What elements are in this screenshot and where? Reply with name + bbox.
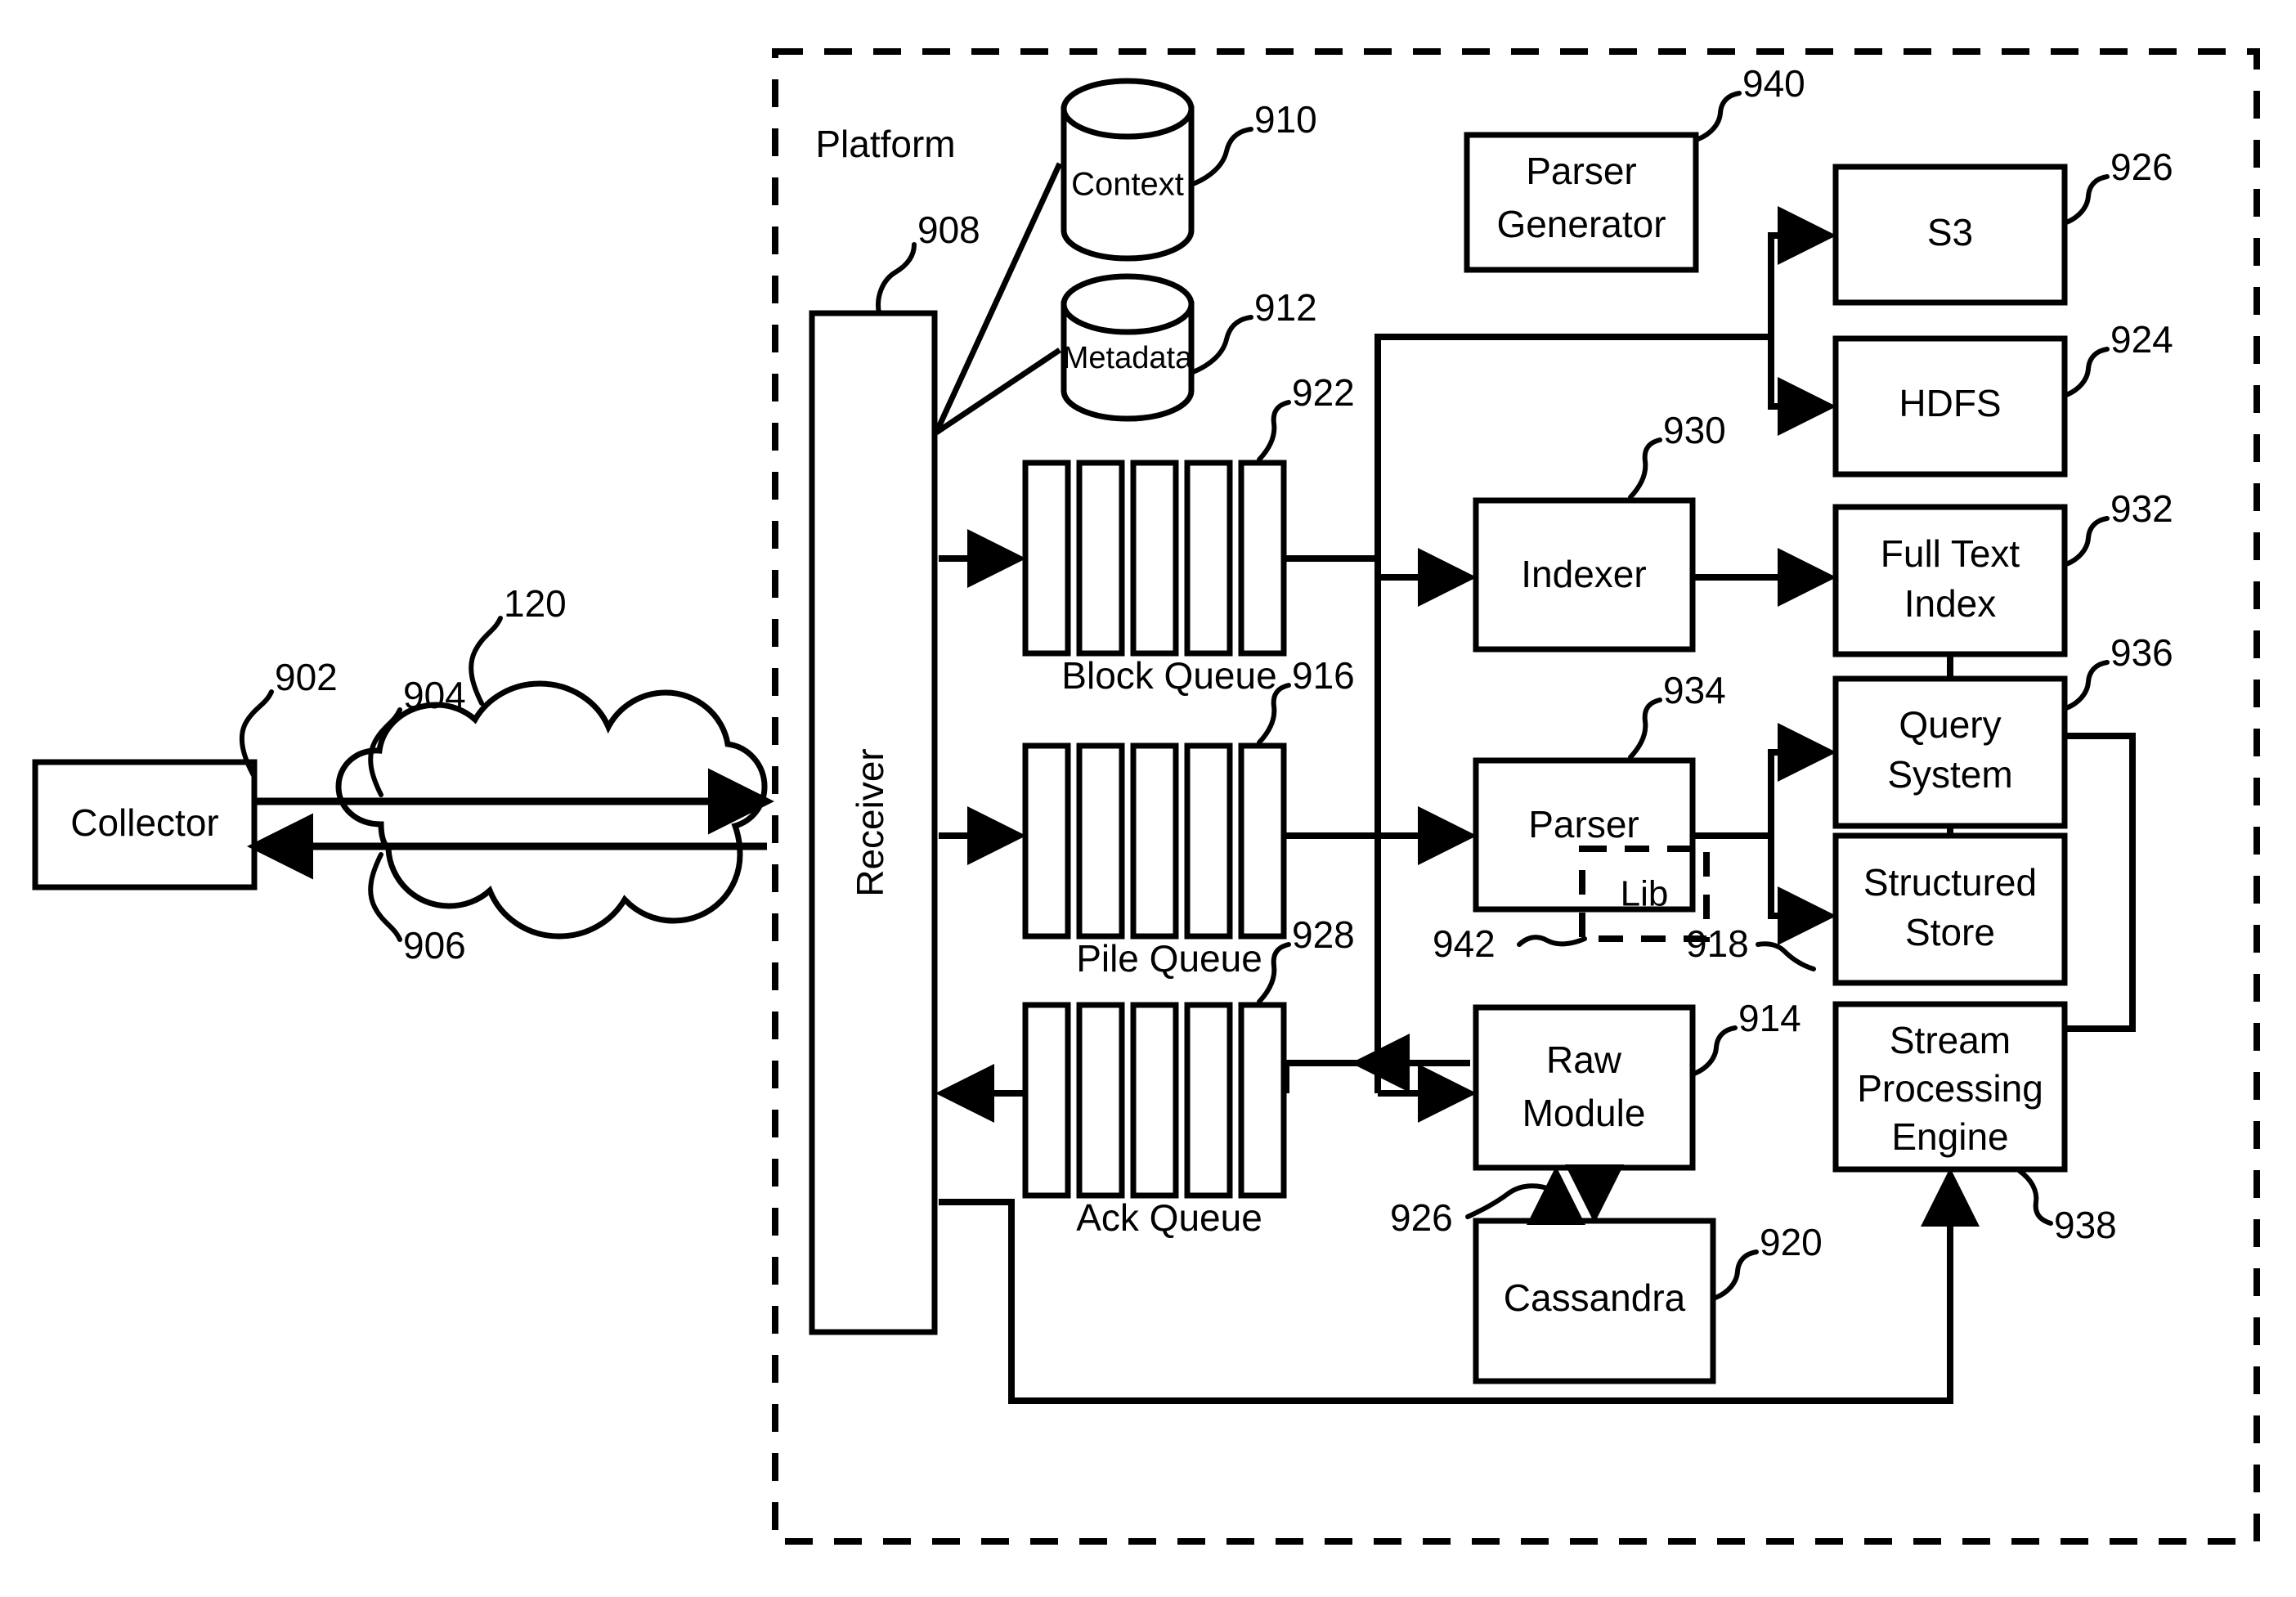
raw-module-box[interactable] [1473,1004,1696,1171]
ref-914: 914 [1738,997,1801,1039]
hdfs-label: HDFS [1899,382,2001,424]
spe-line1: Stream [1890,1019,2011,1061]
lead-920 [1713,1249,1759,1300]
ref-916: 916 [1292,654,1355,697]
spe-line3: Engine [1891,1115,2008,1158]
ref-928: 928 [1292,913,1355,956]
lead-924 [2064,347,2110,397]
indexer-label: Indexer [1521,553,1646,595]
lead-938 [2017,1169,2053,1226]
branch-to-hdfs [1768,337,1836,436]
spe-line2: Processing [1857,1067,2043,1110]
full-text-index-line1: Full Text [1881,532,2020,575]
ref-902: 902 [275,656,338,698]
branch-to-s3 [1768,206,1836,337]
lead-942 [1517,935,1587,947]
metadata-label: Metadata [1063,341,1193,375]
context-label: Context [1071,167,1184,203]
s3-label: S3 [1927,211,1973,253]
ref-922: 922 [1292,371,1355,414]
parser-label: Parser [1528,803,1639,846]
lead-930 [1628,437,1662,500]
ref-912: 912 [1254,286,1317,329]
structured-store-box[interactable] [1832,832,2068,986]
network-cloud [335,680,768,940]
collector-label: Collector [70,801,219,844]
ref-910: 910 [1254,98,1317,141]
ref-904: 904 [403,674,466,716]
raw-module-line1: Raw [1546,1038,1622,1081]
receiver-label: Receiver [849,748,891,897]
ref-936: 936 [2110,631,2173,674]
ack-queue[interactable] [1022,1002,1287,1199]
query-system-line2: System [1887,753,2012,796]
lead-926-s3 [2064,174,2110,225]
lead-906 [368,852,402,942]
lead-120 [469,616,503,706]
lead-936 [2064,660,2110,711]
lib-label: Lib [1621,874,1669,914]
lead-934 [1628,698,1662,760]
lead-940 [1696,91,1742,141]
ref-926-cassandra: 926 [1390,1196,1453,1239]
full-text-index-box[interactable] [1832,504,2068,657]
lead-932 [2064,516,2110,567]
block-queue[interactable] [1022,460,1287,657]
ref-908: 908 [917,209,980,251]
ref-906: 906 [403,924,466,967]
ref-926-s3: 926 [2110,146,2173,188]
parser-generator-line2: Generator [1496,203,1666,245]
ref-120: 120 [504,582,567,625]
ref-938: 938 [2054,1204,2117,1246]
ref-918: 918 [1686,922,1749,965]
pile-queue-label: Pile Queue [1076,937,1262,980]
pile-queue[interactable] [1022,742,1287,940]
lead-914 [1692,1025,1738,1076]
ref-934: 934 [1663,669,1726,711]
structured-store-line1: Structured [1863,861,2037,904]
query-system-line1: Query [1899,703,2001,746]
figure-canvas: Collector Platform Receiver Context Meta… [0,0,2296,1597]
cassandra-label: Cassandra [1504,1276,1686,1319]
block-queue-label: Block Queue [1061,654,1276,697]
lead-910 [1191,127,1253,186]
ref-932: 932 [2110,487,2173,530]
raw-module-line2: Module [1522,1092,1646,1134]
platform-label: Platform [815,123,955,165]
parser-to-query-system [1768,723,1836,836]
query-system-to-spe-loop [2065,733,2136,1032]
lead-928 [1257,942,1291,1004]
ack-queue-label: Ack Queue [1076,1196,1262,1239]
system-block-diagram: Collector Platform Receiver Context Meta… [32,48,2260,1545]
full-text-index-line2: Index [1904,582,1997,625]
ref-920: 920 [1760,1221,1823,1263]
lead-922 [1257,400,1291,462]
lead-918 [1756,941,1816,971]
ref-940: 940 [1742,62,1805,105]
lead-912 [1191,315,1253,375]
lead-908 [876,242,917,316]
ref-930: 930 [1663,409,1726,451]
ref-924: 924 [2110,318,2173,361]
parser-to-structured-store [1768,836,1836,945]
query-system-box[interactable] [1832,675,2068,829]
lead-926-cassandra [1465,1183,1554,1219]
structured-store-line2: Store [1905,911,1995,953]
parser-generator-line1: Parser [1526,150,1636,192]
ref-942: 942 [1433,922,1496,965]
